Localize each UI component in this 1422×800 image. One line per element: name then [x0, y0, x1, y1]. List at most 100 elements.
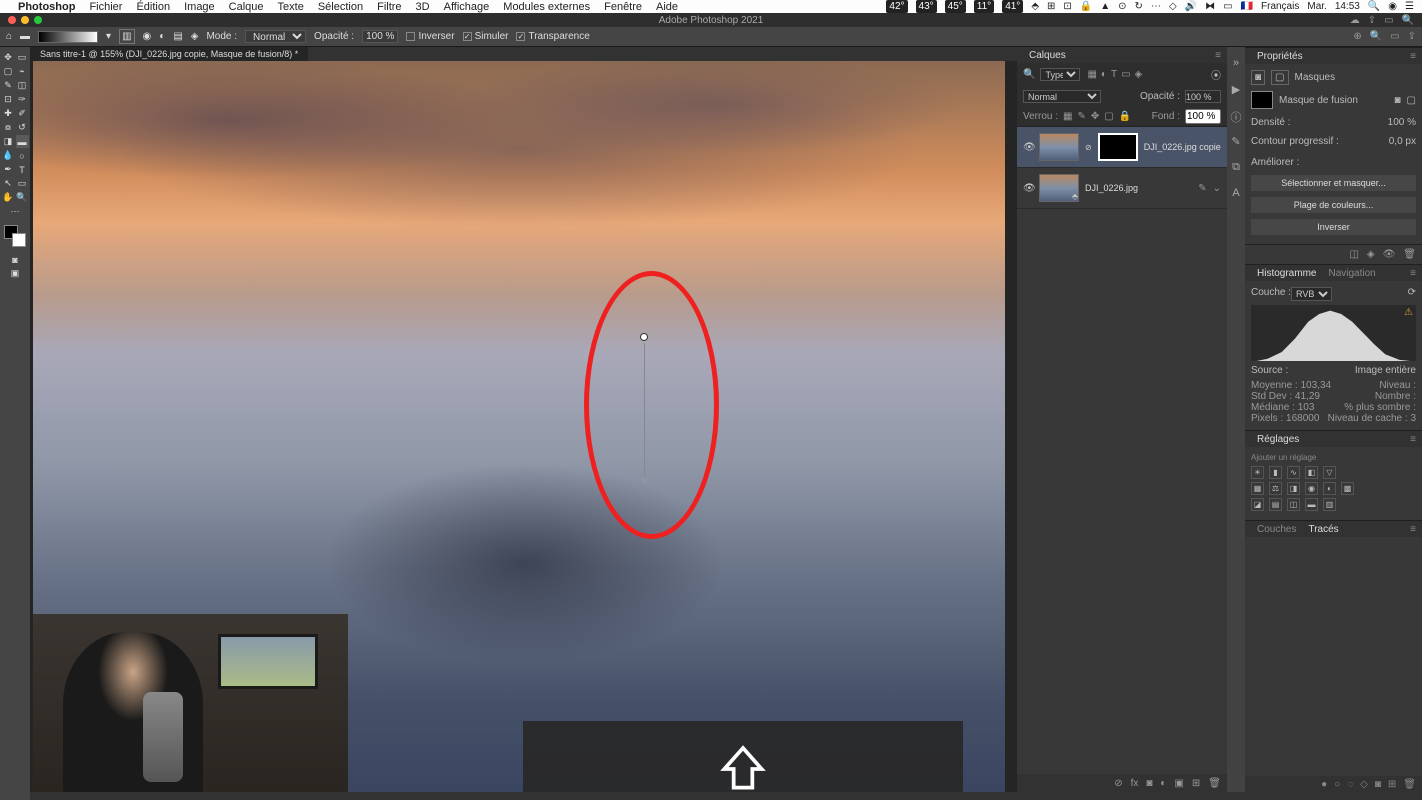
bw-icon[interactable]: ◨	[1287, 482, 1300, 495]
screen-mode-icon[interactable]: ▣	[9, 267, 22, 280]
gradient-type-angle-icon[interactable]: ◐	[159, 31, 165, 42]
blur-tool[interactable]: 💧	[2, 149, 15, 162]
channels-tab[interactable]: Couches	[1251, 522, 1302, 537]
filter-toggle-icon[interactable]: ⦿	[1211, 67, 1221, 82]
mask-from-path-icon[interactable]: ◙	[1375, 779, 1381, 790]
eraser-tool[interactable]: ◨	[2, 135, 15, 148]
siri-icon[interactable]: ◉	[1388, 1, 1397, 12]
gradient-type-linear-icon[interactable]: ▥	[119, 29, 134, 44]
channel-mixer-icon[interactable]: ◐	[1323, 482, 1336, 495]
navigation-tab[interactable]: Navigation	[1322, 266, 1381, 281]
actions-icon[interactable]: ▶	[1229, 83, 1243, 97]
delete-path-icon[interactable]: 🗑	[1403, 779, 1416, 790]
lock-trans-icon[interactable]: ▦	[1063, 111, 1072, 122]
spotlight-icon[interactable]: 🔍	[1368, 1, 1380, 12]
layer-thumbnail[interactable]: ⬘	[1039, 174, 1079, 202]
reverse-checkbox[interactable]: Inverser	[406, 31, 454, 42]
stroke-path-icon[interactable]: ○	[1334, 779, 1340, 790]
color-lookup-icon[interactable]: ▩	[1341, 482, 1354, 495]
paths-tab[interactable]: Tracés	[1302, 522, 1344, 537]
menubar-icon[interactable]: ⊞	[1047, 1, 1055, 12]
workspace-icon[interactable]: ▭	[1384, 15, 1393, 26]
layer-thumbnail[interactable]	[1039, 133, 1079, 161]
type-tool[interactable]: T	[16, 163, 29, 176]
chevron-down-icon[interactable]: ▾	[106, 31, 111, 42]
menu-fenetre[interactable]: Fenêtre	[604, 1, 642, 13]
control-center-icon[interactable]: ☰	[1405, 1, 1414, 12]
gradient-map-icon[interactable]: ▬	[1305, 498, 1318, 511]
window-minimize-button[interactable]	[21, 16, 29, 24]
dodge-tool[interactable]: ○	[16, 149, 29, 162]
brightness-icon[interactable]: ☀	[1251, 466, 1264, 479]
filter-icons[interactable]: ▦◐T▭◈	[1085, 69, 1144, 80]
eyedropper-tool[interactable]: ✑	[16, 93, 29, 106]
filter-icon[interactable]: 🔍	[1023, 69, 1035, 80]
volume-icon[interactable]: 🔊	[1185, 1, 1197, 12]
visibility-icon[interactable]: 👁	[1023, 183, 1033, 194]
menubar-icon[interactable]: ⊙	[1118, 1, 1126, 12]
flag-icon[interactable]: 🇫🇷	[1241, 1, 1253, 12]
selective-color-icon[interactable]: ▥	[1323, 498, 1336, 511]
invert-button[interactable]: Inverser	[1251, 219, 1416, 235]
vibrance-icon[interactable]: ▽	[1323, 466, 1336, 479]
mask-preview[interactable]	[1251, 91, 1273, 109]
panel-menu-icon[interactable]: ≡	[1410, 524, 1416, 535]
photo-filter-icon[interactable]: ◉	[1305, 482, 1318, 495]
canvas[interactable]: +	[33, 61, 1005, 792]
heal-tool[interactable]: ✚	[2, 107, 15, 120]
curves-icon[interactable]: ∿	[1287, 466, 1300, 479]
menu-selection[interactable]: Sélection	[318, 1, 363, 13]
expand-panels-icon[interactable]: »	[1229, 57, 1243, 71]
menu-filtre[interactable]: Filtre	[377, 1, 401, 13]
filter-type-select[interactable]: Type	[1040, 68, 1080, 81]
refresh-icon[interactable]: ⟳	[1408, 287, 1416, 301]
panel-menu-icon[interactable]: ≡	[1410, 51, 1416, 62]
new-path-icon[interactable]: ⊞	[1388, 779, 1396, 790]
battery-icon[interactable]: ▭	[1223, 1, 1232, 12]
fill-value[interactable]	[1185, 109, 1221, 124]
lock-image-icon[interactable]: ✎	[1077, 111, 1085, 122]
blend-mode-select[interactable]: Normal	[1023, 90, 1101, 103]
crop-tool[interactable]: ◫	[16, 79, 29, 92]
panel-menu-icon[interactable]: ≡	[1410, 434, 1416, 445]
adjustments-tab[interactable]: Réglages	[1251, 432, 1305, 447]
fx-icon[interactable]: fx	[1131, 778, 1139, 789]
menu-aide[interactable]: Aide	[656, 1, 678, 13]
move-tool[interactable]: ✥	[2, 51, 15, 64]
new-layer-icon[interactable]: ⊞	[1192, 778, 1200, 789]
menubar-icon[interactable]: 🔒	[1080, 1, 1092, 12]
posterize-icon[interactable]: ▤	[1269, 498, 1282, 511]
adjustment-icon[interactable]: ◐	[1160, 778, 1166, 789]
layer-name[interactable]: DJI_0226.jpg copie	[1144, 142, 1221, 152]
link-layers-icon[interactable]: ⊘	[1114, 778, 1122, 789]
search-icon[interactable]: 🔍	[1370, 31, 1382, 42]
transparency-checkbox[interactable]: ✓Transparence	[516, 31, 589, 42]
layer-name[interactable]: DJI_0226.jpg	[1085, 183, 1192, 193]
search-icon[interactable]: ⊕	[1353, 31, 1361, 42]
menubar-icon[interactable]: ⊡	[1063, 1, 1071, 12]
character-icon[interactable]: A	[1229, 187, 1243, 201]
delete-mask-icon[interactable]: 🗑	[1403, 249, 1416, 260]
workspace-switch-icon[interactable]: ▭	[1390, 31, 1399, 42]
menubar-icon[interactable]: ⬘	[1031, 1, 1039, 12]
quick-mask-icon[interactable]: ◙	[9, 253, 22, 266]
menu-modules[interactable]: Modules externes	[503, 1, 590, 13]
menu-affichage[interactable]: Affichage	[444, 1, 490, 13]
menu-fichier[interactable]: Fichier	[89, 1, 122, 13]
brush-tool[interactable]: ✐	[16, 107, 29, 120]
lang-label[interactable]: Français	[1261, 1, 1299, 12]
select-and-mask-button[interactable]: Sélectionner et masquer...	[1251, 175, 1416, 191]
menubar-icon[interactable]: ↻	[1135, 1, 1143, 12]
lasso-tool[interactable]: ⌁	[16, 65, 29, 78]
opacity-value[interactable]: 100 %	[362, 30, 398, 43]
threshold-icon[interactable]: ◫	[1287, 498, 1300, 511]
lock-nest-icon[interactable]: ▢	[1104, 111, 1113, 122]
fill-path-icon[interactable]: ●	[1321, 779, 1327, 790]
lock-pos-icon[interactable]: ✥	[1091, 111, 1099, 122]
brush-settings-icon[interactable]: ✎	[1229, 135, 1243, 149]
search-icon[interactable]: 🔍	[1402, 15, 1414, 26]
document-tab[interactable]: Sans titre-1 @ 155% (DJI_0226.jpg copie,…	[40, 49, 298, 59]
menubar-icon[interactable]: ⋯	[1151, 1, 1161, 12]
gradient-type-radial-icon[interactable]: ◉	[143, 31, 152, 42]
stamp-tool[interactable]: ⧇	[2, 121, 15, 134]
